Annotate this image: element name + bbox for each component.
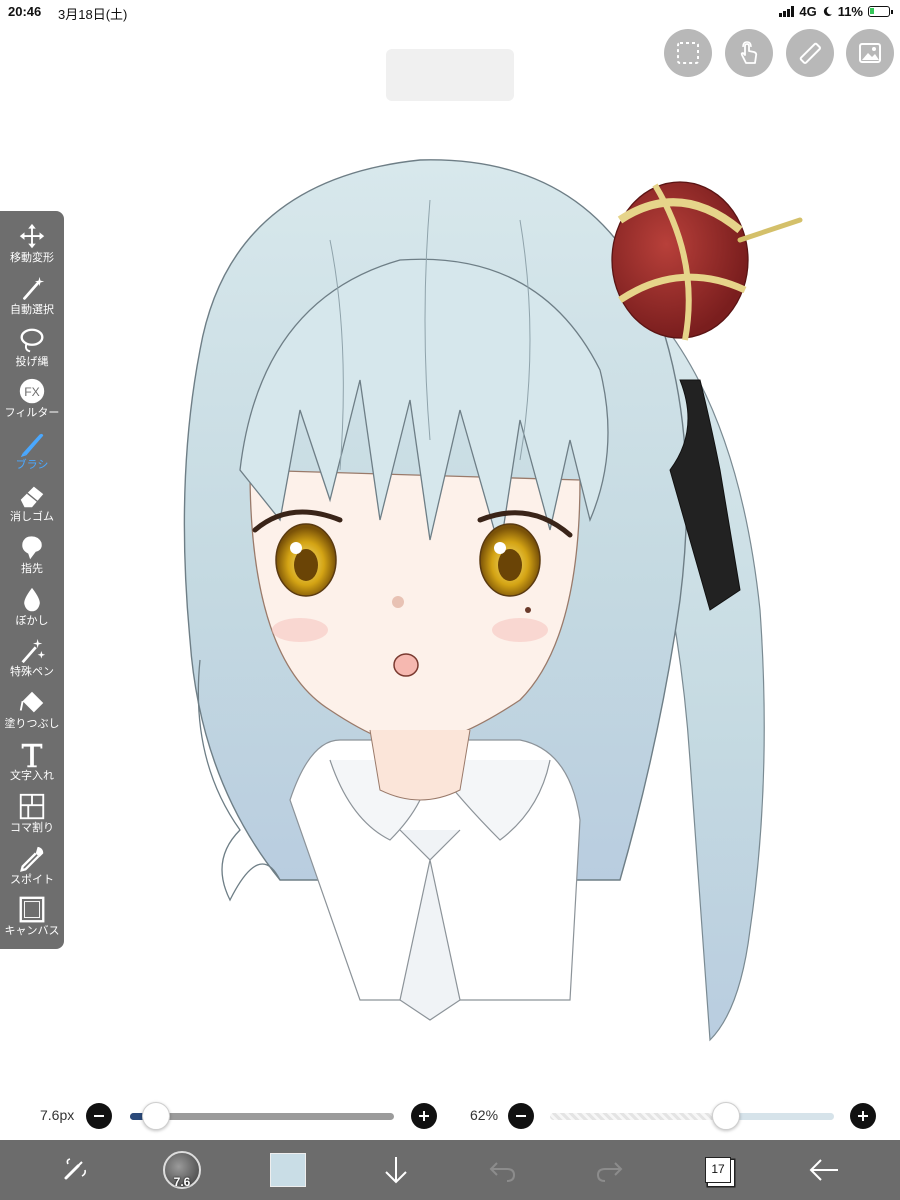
battery-icon (868, 6, 893, 17)
touch-hand-icon (740, 41, 758, 64)
slider-row: 7.6px 62% (0, 1096, 900, 1136)
tool-panel-divide[interactable]: コマ割り (0, 791, 64, 843)
canvas-icon (19, 897, 45, 923)
lasso-icon (20, 328, 44, 352)
network-type: 4G (799, 4, 817, 19)
tool-label: ぼかし (15, 614, 49, 627)
dashed-square-icon (677, 42, 699, 64)
tool-magic-wand[interactable]: 自動選択 (0, 273, 64, 325)
tool-label: 指先 (21, 562, 43, 575)
plus-icon (419, 1111, 429, 1121)
arrow-down-icon (385, 1157, 407, 1184)
eyedropper-icon (20, 846, 44, 872)
droplet-icon (24, 587, 40, 611)
tool-label: スポイト (10, 873, 54, 886)
finger-smudge-icon (22, 536, 42, 560)
undo-button[interactable] (482, 1150, 522, 1190)
tool-label: フィルター (4, 407, 60, 420)
layers-button[interactable]: 17 (698, 1150, 738, 1190)
status-time: 20:46 (8, 4, 42, 19)
redo-button[interactable] (590, 1150, 630, 1190)
tool-label: ブラシ (15, 459, 49, 472)
tool-label: 移動変形 (10, 252, 54, 264)
tool-sparkle-pen[interactable]: 特殊ペン (0, 635, 64, 687)
ruler-icon (799, 42, 821, 64)
tool-fx[interactable]: FX フィルター (0, 376, 64, 428)
tool-eraser[interactable]: 消しゴム (0, 480, 64, 532)
brush-size-value: 7.6px (40, 1107, 75, 1123)
arrow-left-icon (809, 1159, 838, 1181)
minus-icon (516, 1115, 526, 1117)
move-arrows-icon (19, 223, 45, 249)
tool-label: コマ割り (10, 821, 54, 834)
material-button[interactable] (846, 29, 894, 77)
plus-icon (858, 1111, 868, 1121)
magic-wand-icon (23, 276, 45, 300)
fx-icon: FX (19, 379, 45, 404)
brush-size-thumb[interactable] (142, 1102, 171, 1130)
brush-swap-icon (64, 1158, 86, 1180)
minus-icon (94, 1115, 104, 1117)
status-date: 3月18日(土) (58, 7, 128, 22)
opacity-increase-button[interactable] (850, 1103, 876, 1129)
tool-lasso[interactable]: 投げ縄 (0, 325, 64, 377)
tool-eyedropper[interactable]: スポイト (0, 843, 64, 895)
tool-label: 文字入れ (10, 770, 54, 782)
paint-bucket-icon (19, 691, 44, 713)
undo-icon (489, 1162, 516, 1182)
brush-preview-size: 7.6 (173, 1175, 191, 1189)
opacity-value: 62% (470, 1107, 499, 1123)
tool-palette: 移動変形自動選択投げ縄 FX フィルターブラシ消しゴム指先ぼかし特殊ペン塗りつぶし文… (0, 211, 64, 949)
tool-text[interactable]: 文字入れ (0, 739, 64, 791)
tool-droplet[interactable]: ぼかし (0, 584, 64, 636)
text-icon (21, 743, 43, 768)
tool-canvas[interactable]: キャンバス (0, 894, 64, 946)
status-right: 4G 11% (779, 4, 893, 19)
tool-label: 塗りつぶし (4, 718, 60, 731)
opacity-decrease-button[interactable] (508, 1103, 534, 1129)
tool-move-arrows[interactable]: 移動変形 (0, 221, 64, 273)
svg-text:FX: FX (24, 385, 40, 399)
brush-preview: 7.6 (163, 1151, 201, 1189)
opacity-slider[interactable] (550, 1113, 834, 1120)
sparkle-pen-icon (21, 639, 46, 664)
color-button[interactable] (268, 1150, 308, 1190)
tool-label: 消しゴム (10, 511, 54, 523)
drawing-canvas[interactable] (100, 140, 820, 1060)
tool-label: 自動選択 (10, 303, 54, 316)
image-icon (859, 43, 881, 63)
brush-size-increase-button[interactable] (411, 1103, 437, 1129)
battery-percent: 11% (837, 4, 863, 19)
moon-icon (823, 6, 832, 17)
tool-brush[interactable]: ブラシ (0, 428, 64, 480)
signal-icon (779, 6, 795, 17)
canvas-title-placeholder[interactable] (386, 49, 514, 101)
panel-divide-icon (19, 793, 45, 819)
bottom-bar: 7.6 17 (0, 1140, 900, 1200)
crown (611, 181, 803, 341)
opacity-thumb[interactable] (712, 1102, 741, 1130)
brush-icon (20, 434, 44, 458)
tool-label: キャンバス (4, 925, 60, 938)
selection-button[interactable] (664, 29, 712, 77)
current-color-swatch (270, 1153, 306, 1187)
tool-paint-bucket[interactable]: 塗りつぶし (0, 687, 64, 739)
layer-count: 17 (705, 1157, 731, 1183)
tool-label: 特殊ペン (10, 666, 54, 679)
download-button[interactable] (376, 1150, 416, 1190)
redo-icon (596, 1162, 623, 1182)
touch-gesture-button[interactable] (725, 29, 773, 77)
ruler-button[interactable] (786, 29, 834, 77)
brush-preview-button[interactable]: 7.6 (162, 1150, 202, 1190)
brush-size-decrease-button[interactable] (86, 1103, 112, 1129)
eraser-icon (20, 486, 44, 508)
tool-label: 投げ縄 (15, 355, 49, 368)
quick-menu-button[interactable] (56, 1150, 96, 1190)
back-button[interactable] (804, 1150, 844, 1190)
status-bar: 20:46 3月18日(土) 4G 11% (0, 0, 900, 24)
tool-finger-smudge[interactable]: 指先 (0, 532, 64, 584)
